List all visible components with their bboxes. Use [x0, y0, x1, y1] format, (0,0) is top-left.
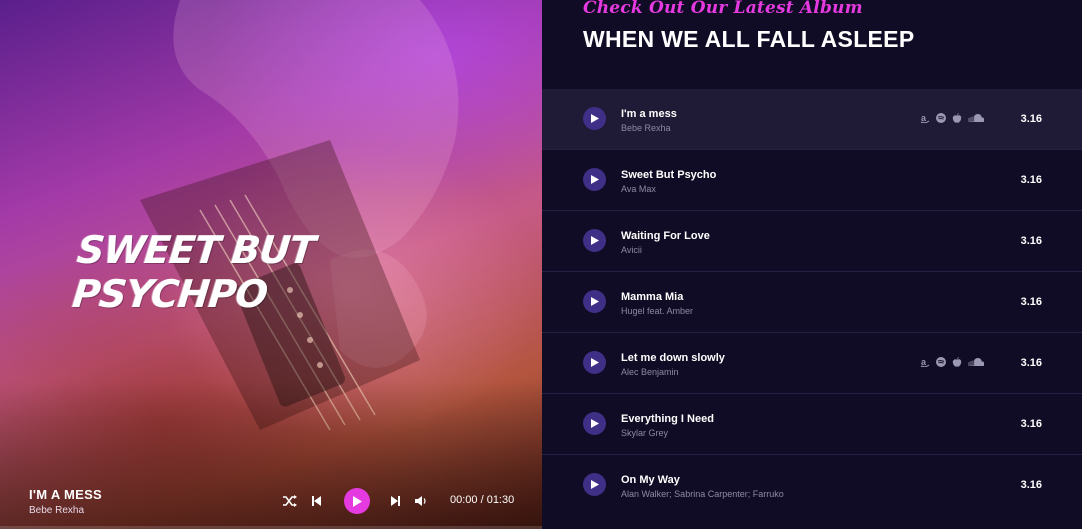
play-icon [590, 419, 599, 428]
track-title: Mamma Mia [621, 291, 684, 303]
track-play-button[interactable] [583, 412, 606, 435]
apple-icon[interactable] [952, 113, 962, 123]
track-row[interactable]: Mamma Mia Hugel feat. Amber 3.16 [542, 272, 1082, 333]
track-duration: 3.16 [1020, 479, 1042, 491]
spotify-icon[interactable] [936, 113, 946, 123]
album-tagline: Check Out Our Latest Album [583, 0, 863, 18]
now-playing-title: I'M A MESS [29, 487, 103, 502]
track-play-button[interactable] [583, 351, 606, 374]
track-artist: Skylar Grey [621, 428, 669, 438]
track-artist: Alec Benjamin [621, 367, 679, 377]
next-icon [390, 496, 400, 506]
track-artist: Avicii [621, 245, 642, 255]
track-row[interactable]: Sweet But Psycho Ava Max 3.16 [542, 150, 1082, 211]
volume-icon [414, 496, 426, 506]
store-links: a [920, 357, 984, 367]
track-row[interactable]: Waiting For Love Avicii 3.16 [542, 211, 1082, 272]
playback-time: 00:00 / 01:30 [450, 494, 515, 506]
store-links: a [920, 113, 984, 123]
album-title: WHEN WE ALL FALL ASLEEP [583, 26, 915, 52]
play-button[interactable] [344, 488, 370, 514]
track-play-button[interactable] [583, 168, 606, 191]
track-artist: Bebe Rexha [621, 123, 671, 133]
track-play-button[interactable] [583, 473, 606, 496]
track-duration: 3.16 [1020, 174, 1042, 186]
apple-icon[interactable] [952, 357, 962, 367]
next-button[interactable] [388, 493, 402, 509]
track-title: I'm a mess [621, 108, 677, 120]
shuffle-button[interactable] [282, 493, 298, 509]
track-play-button[interactable] [583, 290, 606, 313]
previous-icon [311, 496, 321, 506]
track-duration: 3.16 [1020, 418, 1042, 430]
soundcloud-icon[interactable] [968, 113, 984, 123]
svg-text:a: a [921, 113, 927, 123]
track-row[interactable]: I'm a mess Bebe Rexha a 3.16 [542, 89, 1082, 150]
volume-button[interactable] [413, 493, 428, 509]
amazon-icon[interactable]: a [920, 357, 930, 367]
track-list: I'm a mess Bebe Rexha a 3.16 Sweet But P… [542, 89, 1082, 515]
track-artist: Alan Walker; Sabrina Carpenter; Farruko [621, 489, 784, 499]
play-icon [590, 114, 599, 123]
play-icon [353, 495, 362, 507]
now-playing-artist: Bebe Rexha [29, 505, 85, 516]
svg-text:a: a [921, 357, 927, 367]
track-artist: Ava Max [621, 184, 656, 194]
play-icon [590, 480, 599, 489]
track-duration: 3.16 [1020, 357, 1042, 369]
track-row[interactable]: Everything I Need Skylar Grey 3.16 [542, 394, 1082, 455]
play-icon [590, 175, 599, 184]
play-icon [590, 236, 599, 245]
track-row[interactable]: Let me down slowly Alec Benjamin a 3.16 [542, 333, 1082, 394]
album-hero-image: SWEET BUT PSYCHPO I'M A MESS Bebe Rexha … [0, 0, 542, 529]
track-title: Everything I Need [621, 413, 714, 425]
track-title: On My Way [621, 474, 680, 486]
spotify-icon[interactable] [936, 357, 946, 367]
track-artist: Hugel feat. Amber [621, 306, 694, 316]
track-duration: 3.16 [1020, 296, 1042, 308]
hero-title: SWEET BUT PSYCHPO [70, 228, 317, 316]
play-icon [590, 358, 599, 367]
previous-button[interactable] [309, 493, 323, 509]
track-duration: 3.16 [1020, 113, 1042, 125]
shuffle-icon [283, 495, 297, 507]
track-play-button[interactable] [583, 229, 606, 252]
track-row[interactable]: On My Way Alan Walker; Sabrina Carpenter… [542, 455, 1082, 515]
amazon-icon[interactable]: a [920, 113, 930, 123]
track-duration: 3.16 [1020, 235, 1042, 247]
track-play-button[interactable] [583, 107, 606, 130]
track-title: Waiting For Love [621, 230, 710, 242]
soundcloud-icon[interactable] [968, 357, 984, 367]
album-panel: Check Out Our Latest Album WHEN WE ALL F… [542, 0, 1082, 529]
play-icon [590, 297, 599, 306]
track-title: Let me down slowly [621, 352, 725, 364]
track-title: Sweet But Psycho [621, 169, 717, 181]
